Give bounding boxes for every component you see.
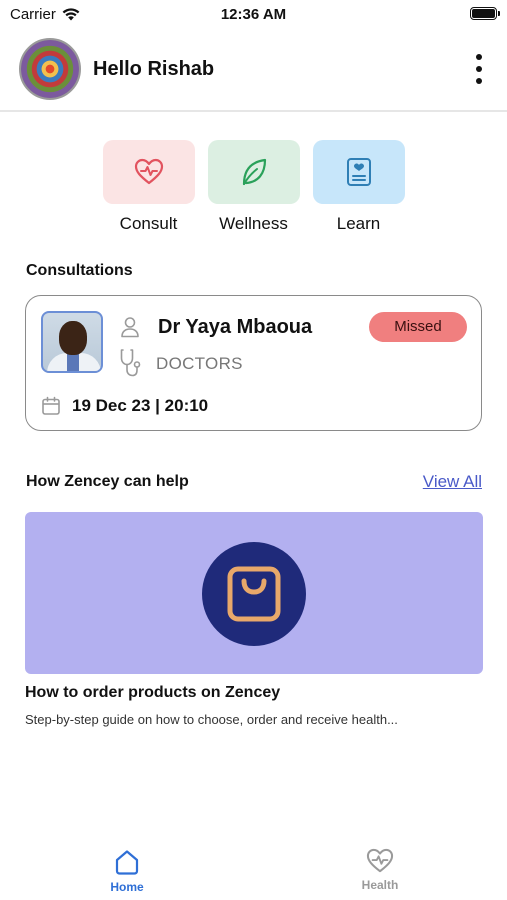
learn-tile[interactable]: [312, 140, 405, 204]
heart-pulse-icon: [134, 158, 163, 185]
help-title: How Zencey can help: [26, 473, 189, 490]
consultation-datetime: 19 Dec 23 | 20:10: [72, 396, 209, 415]
consultation-card[interactable]: Dr Yaya Mbaoua Missed DOCTORS 19 Dec 23 …: [25, 295, 482, 431]
more-vertical-icon[interactable]: [473, 54, 485, 84]
article-title[interactable]: How to order products on Zencey: [25, 684, 280, 702]
view-all-link[interactable]: View All: [423, 472, 482, 492]
leaf-icon: [242, 158, 266, 186]
quick-action-learn[interactable]: Learn: [312, 140, 405, 234]
article-description: Step-by-step guide on how to choose, ord…: [25, 712, 398, 727]
doctor-photo: [41, 311, 103, 373]
article-banner[interactable]: [25, 512, 483, 674]
wellness-tile[interactable]: [207, 140, 300, 204]
greeting-text: Hello Rishab: [93, 58, 215, 80]
tab-home-label: Home: [110, 880, 144, 894]
doctor-name: Dr Yaya Mbaoua: [158, 316, 313, 338]
tab-health[interactable]: Health: [335, 848, 425, 892]
avatar[interactable]: [19, 38, 81, 100]
status-time: 12:36 AM: [220, 6, 287, 23]
status-bar: Carrier 12:36 AM: [0, 0, 507, 30]
stethoscope-icon: [120, 349, 141, 377]
quick-actions: Consult Wellness Learn: [0, 140, 507, 234]
person-icon: [121, 317, 139, 338]
quick-action-consult[interactable]: Consult: [102, 140, 195, 234]
consult-label: Consult: [119, 214, 178, 233]
heart-pulse-icon: [366, 848, 394, 873]
status-badge: Missed: [369, 312, 467, 342]
quick-action-wellness[interactable]: Wellness: [207, 140, 300, 234]
book-icon: [346, 158, 371, 186]
wellness-label: Wellness: [219, 214, 288, 233]
tab-health-label: Health: [361, 878, 399, 892]
tab-home[interactable]: Home: [82, 848, 172, 894]
app-header: Hello Rishab: [0, 30, 507, 112]
home-icon: [115, 850, 139, 875]
doctor-role: DOCTORS: [156, 354, 243, 373]
calendar-icon: [42, 396, 60, 415]
shopping-bag-icon: [202, 542, 306, 646]
learn-label: Learn: [336, 214, 381, 233]
battery-icon: [470, 7, 500, 20]
consult-tile[interactable]: [102, 140, 195, 204]
tab-bar: Home Health: [0, 840, 507, 900]
consultations-title: Consultations: [26, 262, 133, 279]
